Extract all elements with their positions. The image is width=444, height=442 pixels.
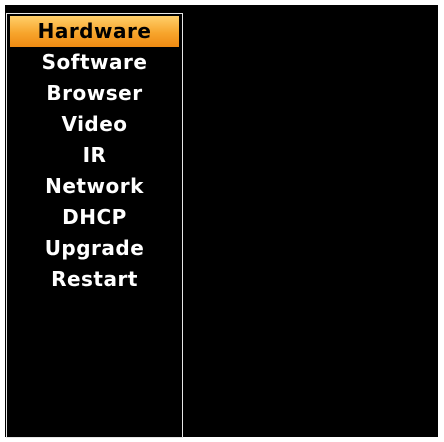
menu-item-ir[interactable]: IR: [7, 140, 182, 171]
menu-item-restart[interactable]: Restart: [7, 264, 182, 295]
menu-list: Hardware Software Browser Video IR Netwo…: [7, 16, 182, 295]
menu-item-browser[interactable]: Browser: [7, 78, 182, 109]
menu-item-network[interactable]: Network: [7, 171, 182, 202]
settings-menu: Hardware Software Browser Video IR Netwo…: [6, 13, 183, 438]
menu-item-hardware[interactable]: Hardware: [10, 16, 179, 47]
menu-item-software[interactable]: Software: [7, 47, 182, 78]
menu-item-upgrade[interactable]: Upgrade: [7, 233, 182, 264]
menu-item-dhcp[interactable]: DHCP: [7, 202, 182, 233]
menu-item-video[interactable]: Video: [7, 109, 182, 140]
